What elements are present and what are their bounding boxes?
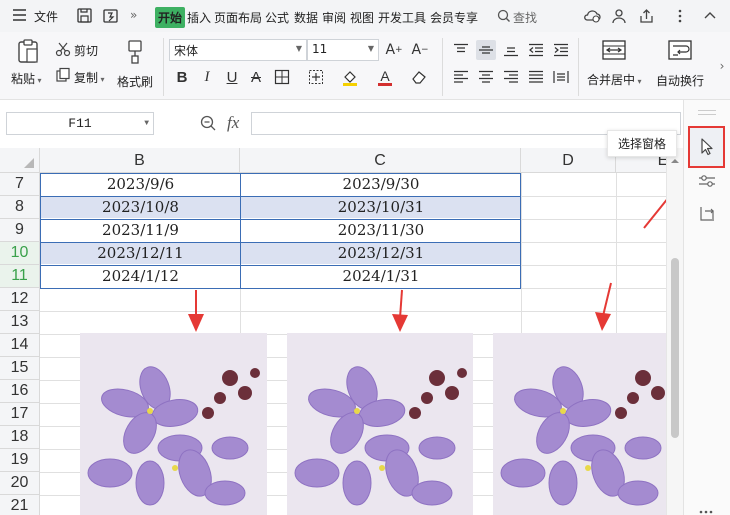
selection-pane-tooltip: 选择窗格 [607, 130, 678, 157]
cursor-arrow-icon [700, 138, 714, 159]
more-options-icon[interactable] [698, 504, 714, 515]
scroll-thumb[interactable] [671, 258, 679, 438]
panel-grip-icon [698, 110, 716, 111]
selection-pane-button[interactable] [688, 126, 725, 168]
transform-icon[interactable] [698, 205, 716, 226]
adjust-icon[interactable] [698, 174, 716, 191]
vertical-scrollbar[interactable] [666, 148, 683, 515]
panel-grip-icon [698, 114, 716, 115]
side-panel [683, 100, 730, 515]
annotation-arrows [188, 168, 688, 332]
